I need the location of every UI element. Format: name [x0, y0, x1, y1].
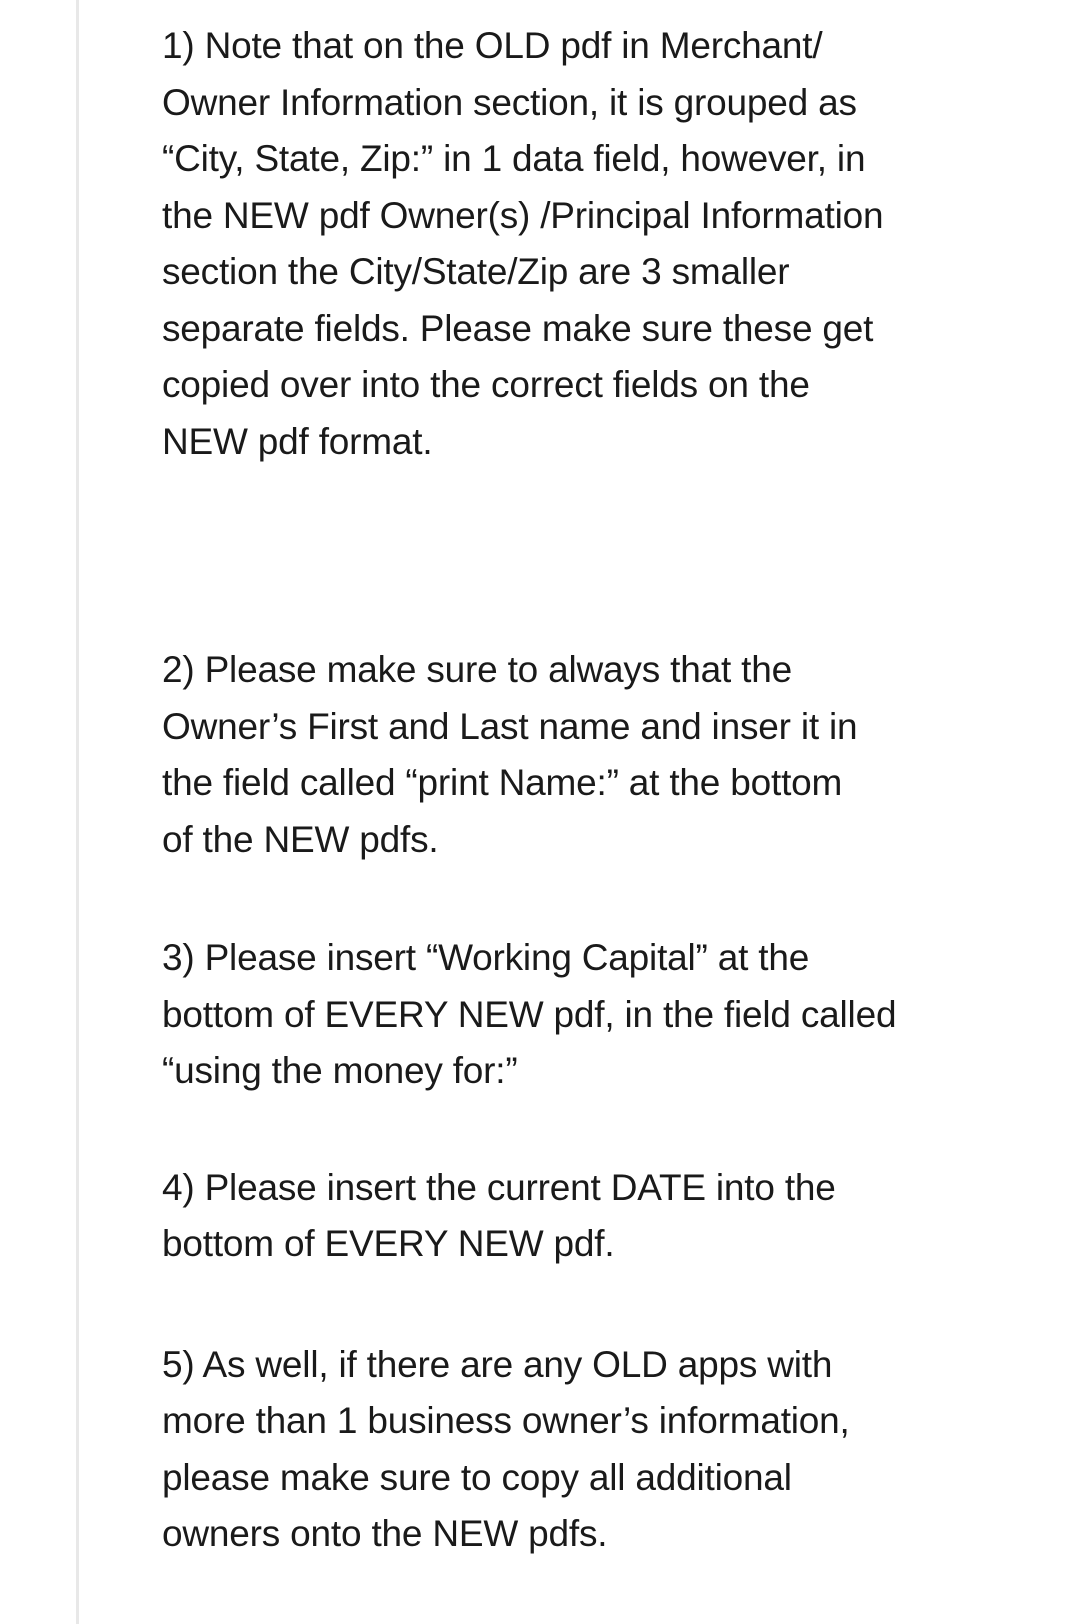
- note-line: more than 1 business owner’s information…: [162, 1400, 850, 1441]
- note-line: copied over into the correct fields on t…: [162, 364, 810, 405]
- notes-document: 1) Note that on the OLD pdf in Merchant/…: [162, 18, 1002, 1563]
- note-line: Owner Information section, it is grouped…: [162, 81, 857, 123]
- note-line: 5) As well, if there are any OLD apps wi…: [162, 1343, 833, 1385]
- note-line: Owner’s First and Last name and inser it…: [162, 705, 858, 747]
- left-margin-rule: [76, 0, 79, 1624]
- note-line: bottom of EVERY NEW pdf, in the field ca…: [162, 993, 897, 1035]
- note-item-1: 1) Note that on the OLD pdf in Merchant/…: [162, 18, 1002, 470]
- note-line: please make sure to copy all additional: [162, 1456, 792, 1498]
- note-line: of the NEW pdfs.: [162, 818, 439, 860]
- note-line: the field called “print Name:” at the bo…: [162, 762, 843, 803]
- note-line: bottom of EVERY NEW pdf.: [162, 1223, 615, 1264]
- note-line: 2) Please make sure to always that the: [162, 649, 792, 690]
- note-item-2: 2) Please make sure to always that the O…: [162, 642, 1002, 868]
- note-line: “City, State, Zip:” in 1 data field, how…: [162, 138, 866, 179]
- note-line: section the City/State/Zip are 3 smaller: [162, 251, 790, 292]
- note-line: 1) Note that on the OLD pdf in Merchant/: [162, 25, 823, 66]
- note-line: “using the money for:”: [162, 1050, 518, 1091]
- note-item-4: 4) Please insert the current DATE into t…: [162, 1160, 1002, 1273]
- note-item-5: 5) As well, if there are any OLD apps wi…: [162, 1337, 1002, 1563]
- note-line: owners onto the NEW pdfs.: [162, 1513, 608, 1554]
- note-line: NEW pdf format.: [162, 420, 433, 462]
- note-line: 4) Please insert the current DATE into t…: [162, 1166, 836, 1208]
- note-line: separate fields. Please make sure these …: [162, 307, 874, 349]
- note-line: the NEW pdf Owner(s) /Principal Informat…: [162, 194, 884, 236]
- note-line: 3) Please insert “Working Capital” at th…: [162, 937, 810, 978]
- note-item-3: 3) Please insert “Working Capital” at th…: [162, 930, 1002, 1100]
